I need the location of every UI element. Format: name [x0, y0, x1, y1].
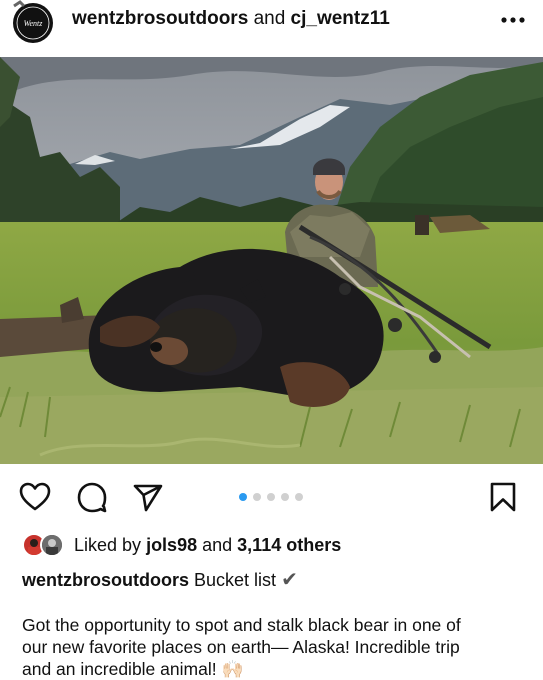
bookmark-icon[interactable] [486, 480, 520, 514]
likes-text: Liked by jols98 and 3,114 others [74, 535, 341, 556]
accounts-joiner: and [253, 8, 286, 29]
raised-hands-emoji: 🙌🏻 [221, 659, 244, 679]
account-primary[interactable]: wentzbrosoutdoors [72, 8, 248, 29]
carousel-dot[interactable] [267, 493, 275, 501]
post-header: Wentz wentzbrosoutdoors and cj_wentz11 [0, 0, 543, 56]
caption-body-line: Got the opportunity to spot and stalk bl… [22, 615, 461, 635]
more-horizontal-icon[interactable] [500, 16, 526, 24]
caption-username[interactable]: wentzbrosoutdoors [22, 570, 189, 590]
checkmark-emoji: ✔ [281, 569, 298, 591]
carousel-dot[interactable] [239, 493, 247, 501]
carousel-indicator[interactable] [239, 493, 311, 501]
likes-joiner: and [202, 535, 233, 555]
carousel-dot[interactable] [281, 493, 289, 501]
heart-icon[interactable] [18, 480, 52, 514]
post-photo[interactable] [0, 57, 543, 464]
account-secondary[interactable]: cj_wentz11 [291, 8, 390, 29]
likes-summary[interactable]: Liked by jols98 and 3,114 others [22, 533, 522, 559]
caption-text: Bucket list [194, 570, 277, 590]
caption-line: wentzbrosoutdoors Bucket list ✔ [22, 567, 298, 592]
likes-prefix: Liked by [74, 535, 142, 555]
caption-body-line: our new favorite places on earth— Alaska… [22, 637, 460, 657]
post-action-bar [0, 472, 543, 522]
likes-count[interactable]: 3,114 others [237, 535, 341, 555]
carousel-dot[interactable] [253, 493, 261, 501]
wentz-brand-logo-icon[interactable]: Wentz [10, 0, 56, 46]
send-icon[interactable] [131, 480, 165, 514]
post-accounts[interactable]: wentzbrosoutdoors and cj_wentz11 [72, 8, 390, 30]
liker-username[interactable]: jols98 [146, 535, 197, 555]
caption-body-line: and an incredible animal! [22, 659, 217, 679]
svg-text:Wentz: Wentz [24, 19, 44, 28]
caption-body-line-last: and an incredible animal! 🙌🏻 [22, 658, 527, 680]
caption-body: Got the opportunity to spot and stalk bl… [22, 614, 527, 680]
liker-avatar[interactable] [40, 533, 64, 557]
carousel-dot[interactable] [295, 493, 303, 501]
comment-icon[interactable] [75, 480, 109, 514]
bear-hunt-photo [0, 57, 543, 464]
